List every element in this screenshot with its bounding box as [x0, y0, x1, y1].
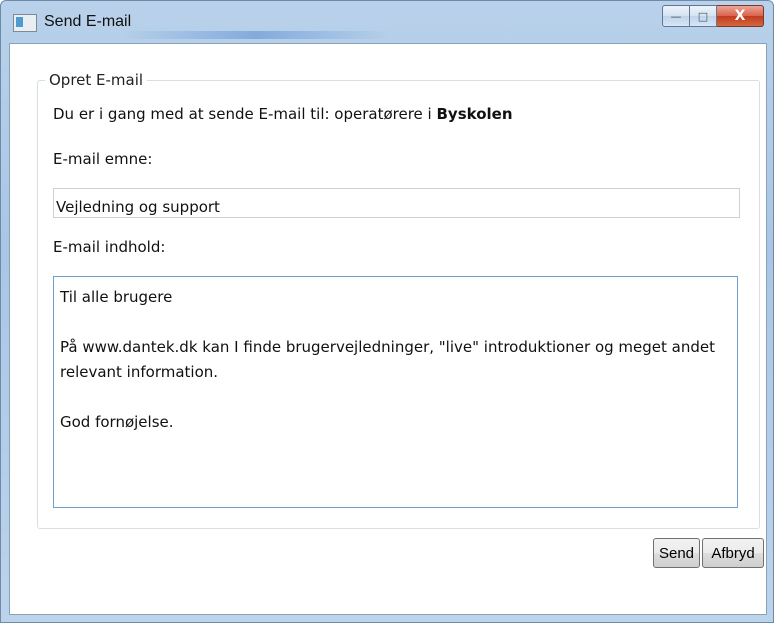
cancel-button[interactable]: Afbryd — [702, 538, 764, 568]
create-email-group: Opret E-mail Du er i gang med at sende E… — [37, 71, 760, 529]
titlebar-highlight — [121, 31, 391, 39]
body-textarea[interactable]: Til alle brugere På www.dantek.dk kan I … — [53, 276, 738, 508]
body-line-info: På www.dantek.dk kan I finde brugervejle… — [60, 338, 716, 381]
subject-input[interactable]: Vejledning og support — [53, 188, 740, 218]
maximize-icon: □ — [697, 9, 709, 23]
minimize-icon: — — [670, 9, 682, 23]
window-title: Send E-mail — [44, 13, 132, 30]
body-line-closing: God fornøjelse. — [60, 413, 174, 431]
close-button[interactable]: X — [717, 5, 764, 27]
body-line-greeting: Til alle brugere — [60, 288, 173, 306]
recipient-info-text: Du er i gang med at sende E-mail til: op… — [53, 105, 437, 123]
minimize-button[interactable]: — — [662, 5, 690, 27]
recipient-info: Du er i gang med at sende E-mail til: op… — [53, 105, 513, 123]
maximize-button[interactable]: □ — [690, 5, 717, 27]
recipient-target: Byskolen — [436, 105, 513, 123]
window-app-icon[interactable] — [13, 14, 37, 32]
close-icon: X — [734, 8, 746, 24]
window-controls: — □ X — [662, 5, 764, 27]
body-label: E-mail indhold: — [53, 238, 166, 256]
window-client-area: Opret E-mail Du er i gang med at sende E… — [9, 43, 767, 615]
group-legend: Opret E-mail — [45, 71, 148, 89]
subject-input-value: Vejledning og support — [56, 198, 220, 216]
send-email-window: Send E-mail — □ X Opret E-mail Du er i g… — [0, 0, 774, 623]
subject-label: E-mail emne: — [53, 150, 153, 168]
title-bar[interactable]: Send E-mail — □ X — [1, 1, 773, 43]
send-button[interactable]: Send — [653, 538, 700, 568]
